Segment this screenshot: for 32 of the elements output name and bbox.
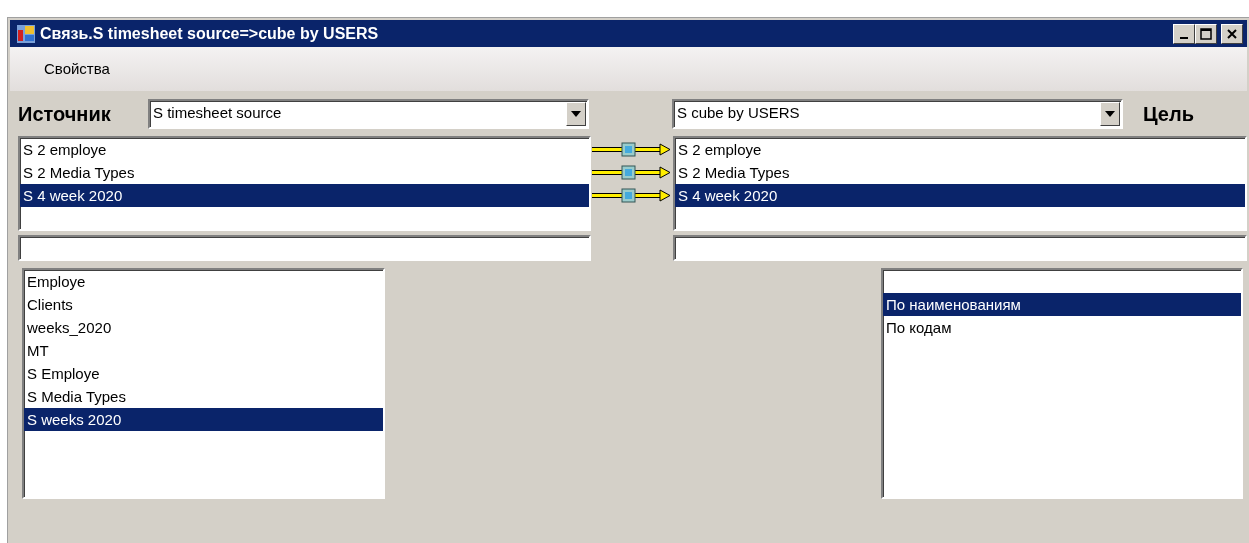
list-item[interactable]: По наименованиям	[883, 293, 1241, 317]
maximize-icon	[1200, 27, 1213, 40]
list-item[interactable]: S 2 employe	[20, 138, 589, 161]
maximize-button[interactable]	[1195, 23, 1218, 44]
list-item[interactable]: S 4 week 2020	[20, 184, 589, 207]
window-title: Связь.S timesheet source=>cube by USERS	[40, 23, 380, 44]
combo-value: S cube by USERS	[677, 103, 801, 124]
source-dropdown[interactable]: S timesheet source	[148, 98, 589, 129]
list-item[interactable]: S 2 Media Types	[675, 161, 1245, 184]
close-button[interactable]	[1221, 23, 1243, 44]
list-item[interactable]: weeks_2020	[24, 316, 383, 340]
list-item[interactable]: S Media Types	[24, 385, 383, 409]
target-text-field[interactable]	[673, 234, 1247, 261]
target-dropdown[interactable]: S cube by USERS	[672, 98, 1123, 129]
app-icon	[16, 23, 36, 44]
list-item[interactable]: По кодам	[883, 316, 1241, 340]
list-item[interactable]: S weeks 2020	[24, 408, 383, 432]
menu-item[interactable]: Свойства	[40, 55, 114, 83]
source-text-field[interactable]	[18, 234, 591, 261]
combo-value: S timesheet source	[153, 103, 283, 124]
list-item[interactable]: S Employe	[24, 362, 383, 386]
list-item[interactable]: S 2 Media Types	[20, 161, 589, 184]
list-item[interactable]: Employe	[24, 270, 383, 294]
minimize-icon	[1180, 36, 1189, 39]
list-item[interactable]: S 4 week 2020	[675, 184, 1245, 207]
target-label: Цель	[1143, 101, 1194, 127]
source-label: Источник	[18, 101, 112, 127]
close-icon	[1226, 27, 1238, 40]
minimize-button[interactable]	[1173, 23, 1196, 44]
list-item[interactable]: S 2 employe	[675, 138, 1245, 161]
list-item[interactable]: Clients	[24, 293, 383, 317]
list-item[interactable]: MT	[24, 339, 383, 363]
